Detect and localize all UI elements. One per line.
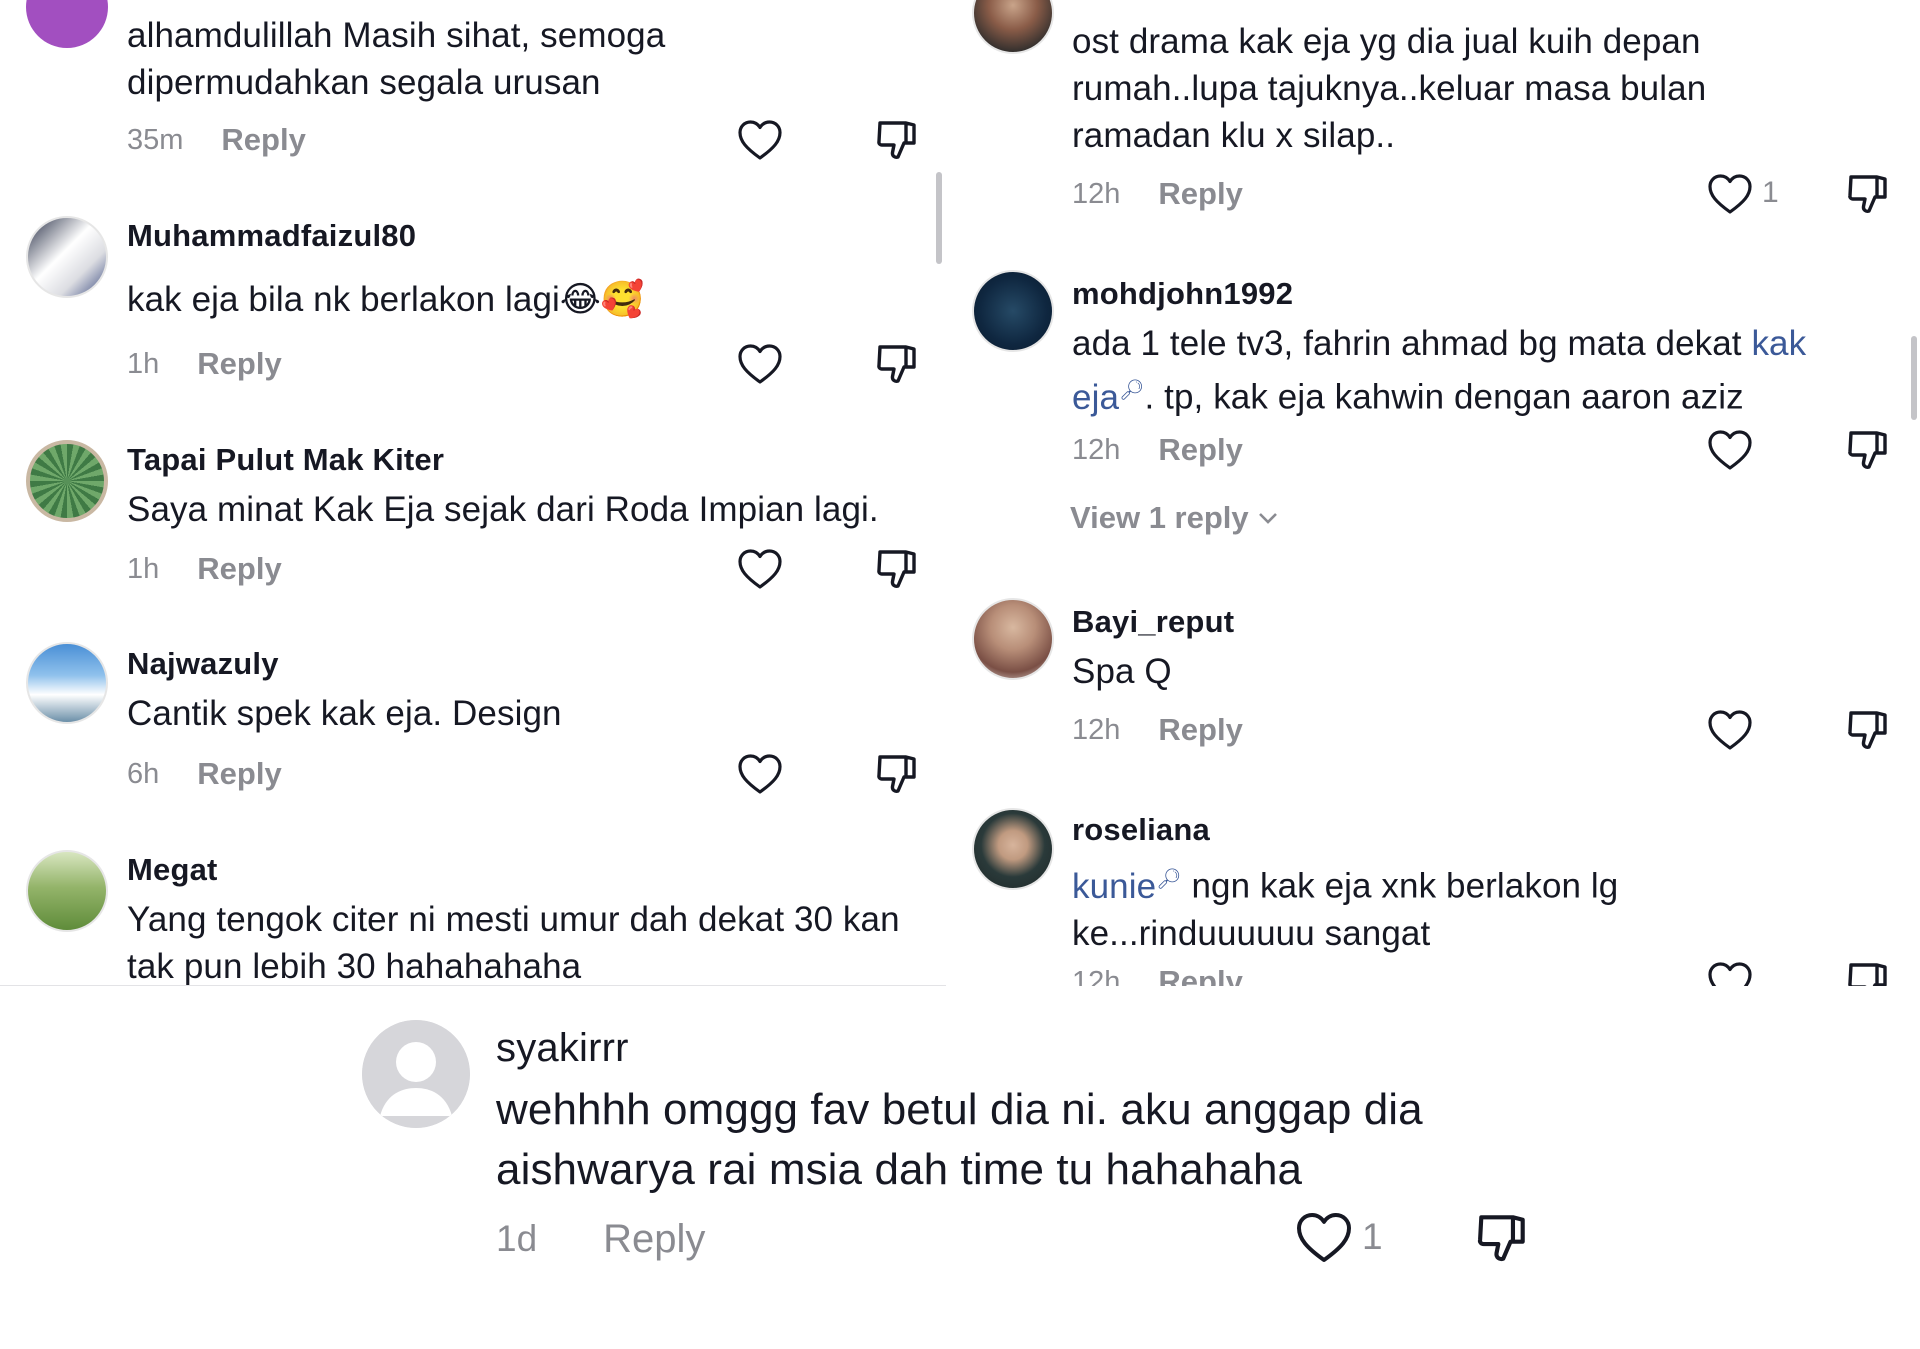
comment-text: ost drama kak eja yg dia jual kuih depan… [1072,22,1707,155]
comment-time: 1h [127,347,160,380]
comment-time: 12h [1072,433,1121,466]
comment-meta: 1h Reply [127,344,282,384]
reply-button[interactable]: Reply [1158,964,1242,986]
comment-meta: 1h Reply [127,549,282,589]
comment-meta: 1d Reply [496,1214,705,1264]
right-comments-panel[interactable]: ost drama kak eja yg dia jual kuih depan… [952,0,1920,986]
reply-button[interactable]: Reply [603,1217,705,1262]
comment-time: 35m [127,123,184,156]
avatar[interactable] [972,270,1054,352]
avatar[interactable] [972,0,1054,54]
thumbs-down-icon[interactable] [874,751,920,797]
thumbs-down-icon[interactable] [1474,1210,1530,1266]
thumbs-down-icon[interactable] [874,117,920,163]
comment-meta: 12h Reply [1072,710,1243,750]
comment-text: Spa Q [1072,652,1172,691]
like-count: 1 [1762,176,1779,209]
reply-button[interactable]: Reply [1158,432,1242,468]
thumbs-down-icon[interactable] [874,341,920,387]
comment-time: 12h [1072,965,1121,987]
comment-meta: 12h Reply [1072,962,1243,986]
comment-time: 12h [1072,177,1121,210]
reply-button[interactable]: Reply [197,756,281,792]
comment-text: Cantik spek kak eja. Design [127,694,562,733]
comment-username[interactable]: Najwazuly [127,646,279,682]
comment-username[interactable]: Megat [127,852,218,888]
mention-text[interactable]: kunie [1072,867,1156,906]
thumbs-down-icon[interactable] [1845,171,1891,217]
comment-text: alhamdulillah Masih sihat, semoga diperm… [127,16,666,102]
default-avatar-icon [362,1020,470,1128]
comment-text: wehhhh omggg fav betul dia ni. aku angga… [496,1085,1423,1194]
view-replies-button[interactable]: View 1 reply [1070,500,1279,536]
comment-text-part: ada 1 tele tv3, fahrin ahmad bg mata dek… [1072,324,1752,363]
comment-username[interactable]: roseliana [1072,812,1210,848]
thumbs-down-icon[interactable] [1845,707,1891,753]
thumbs-down-icon[interactable] [1845,427,1891,473]
scrollbar[interactable] [1911,336,1917,420]
search-icon[interactable]: 🔎︎ [1156,868,1182,890]
reply-button[interactable]: Reply [197,346,281,382]
avatar[interactable] [26,216,108,298]
comment-time: 1d [496,1218,538,1259]
comment-text: Yang tengok citer ni mesti umur dah deka… [127,900,900,986]
comment-username[interactable]: syakirrr [496,1026,629,1071]
reply-button[interactable]: Reply [221,122,305,158]
avatar[interactable] [26,440,108,522]
mention-link[interactable]: kunie🔎︎ [1072,867,1182,906]
avatar[interactable] [26,850,108,932]
chevron-down-icon [1258,513,1277,524]
heart-outline-icon[interactable] [736,547,784,591]
left-comments-panel[interactable]: alhamdulillah Masih sihat, semoga diperm… [0,0,946,986]
comment-meta: 12h Reply [1072,174,1243,214]
comment-username[interactable]: mohdjohn1992 [1072,276,1293,312]
reply-button[interactable]: Reply [1158,176,1242,212]
comment-username[interactable]: Bayi_reput [1072,604,1234,640]
avatar[interactable] [972,808,1054,890]
heart-outline-icon[interactable] [1706,428,1754,472]
heart-outline-icon[interactable] [1706,960,1754,986]
heart-outline-icon[interactable] [1294,1210,1354,1265]
heart-outline-icon[interactable] [1706,708,1754,752]
search-icon[interactable]: 🔎︎ [1119,379,1145,401]
heart-outline-icon[interactable] [1706,172,1754,216]
comment-text-part: . tp, kak eja kahwin dengan aaron aziz [1144,377,1744,417]
comment-text: kak eja bila nk berlakon lagi😂🥰 [127,280,645,319]
comment-meta: 6h Reply [127,754,282,794]
comment-time: 6h [127,757,160,790]
avatar[interactable] [362,1020,470,1128]
comment-username[interactable]: Muhammadfaizul80 [127,218,416,254]
thumbs-down-icon[interactable] [874,546,920,592]
thumbs-down-icon[interactable] [1845,959,1891,986]
avatar[interactable] [26,642,108,724]
avatar[interactable] [972,598,1054,680]
reply-button[interactable]: Reply [197,551,281,587]
avatar[interactable] [26,0,108,48]
comment-username[interactable]: Tapai Pulut Mak Kiter [127,442,444,478]
comment-time: 12h [1072,713,1121,746]
view-replies-label: View 1 reply [1070,500,1249,535]
comment-text: Saya minat Kak Eja sejak dari Roda Impia… [127,490,879,529]
like-count: 1 [1362,1216,1383,1257]
heart-outline-icon[interactable] [736,118,784,162]
featured-comment-panel: syakirrr wehhhh omggg fav betul dia ni. … [0,986,1920,1349]
comment-meta: 12h Reply [1072,430,1243,470]
scrollbar[interactable] [936,172,942,264]
comment-meta: 35m Reply [127,120,306,160]
heart-outline-icon[interactable] [736,752,784,796]
comment-text: kunie🔎︎ ngn kak eja xnk berlakon lg ke..… [1072,856,1712,957]
heart-outline-icon[interactable] [736,342,784,386]
comment-time: 1h [127,552,160,585]
comment-text: ada 1 tele tv3, fahrin ahmad bg mata dek… [1072,320,1862,421]
reply-button[interactable]: Reply [1158,712,1242,748]
